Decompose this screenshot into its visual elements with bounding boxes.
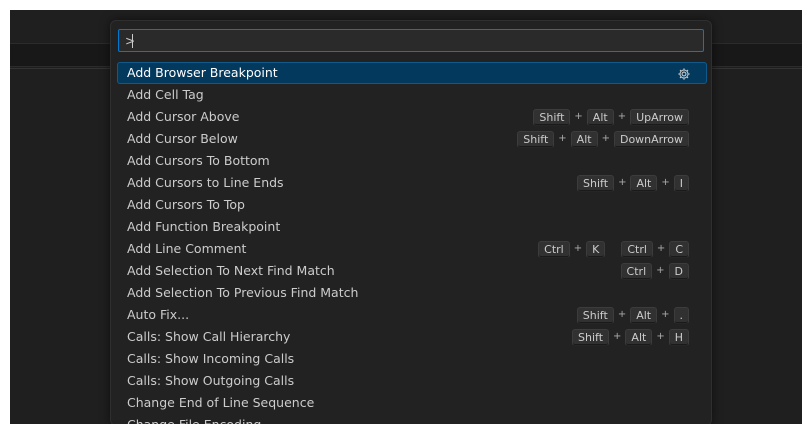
key-plus: + (601, 133, 610, 144)
command-label: Add Function Breakpoint (127, 219, 281, 234)
command-item[interactable]: Add Selection To Next Find Match Ctrl + D (117, 260, 707, 282)
keybinding: Shift + Alt + DownArrow (517, 130, 689, 148)
command-item[interactable]: Add Cursors To Top (117, 194, 707, 216)
keybinding: Shift + Alt +. (576, 306, 689, 324)
key-plus: + (656, 331, 665, 342)
keybinding: Shift + Alt + H (572, 328, 689, 346)
key-cap: C (669, 240, 689, 258)
command-list: Add Browser Breakpoint Add Cell Tag Add Cu… (117, 62, 707, 424)
key-plus: + (661, 177, 670, 188)
command-label: Change End of Line Sequence (127, 395, 315, 410)
key-cap: DownArrow (613, 130, 689, 148)
command-label: Add Cursors To Top (127, 197, 245, 212)
text-caret (132, 34, 133, 48)
key-cap: Shift (572, 328, 610, 346)
keybinding: Shift + Alt + UpArrow (533, 108, 689, 126)
key-cap: Ctrl (538, 240, 570, 258)
key-cap: Shift (517, 130, 555, 148)
editor-window: Add Browser Breakpoint Add Cell Tag Add Cu… (10, 10, 802, 424)
key-plus: + (573, 243, 583, 254)
command-item[interactable]: Calls: Show Call Hierarchy Shift + Alt + H (117, 326, 707, 348)
key-cap: Ctrl (621, 240, 653, 258)
keybinding: Ctrl + D (620, 262, 689, 280)
key-cap: Shift (533, 108, 571, 126)
gear-icon[interactable] (677, 66, 691, 80)
key-cap: K (586, 240, 606, 258)
key-cap: UpArrow (630, 108, 689, 126)
command-item[interactable]: Add Selection To Previous Find Match (117, 282, 707, 304)
command-item[interactable]: Add Cell Tag (117, 84, 707, 106)
key-cap: Shift (577, 174, 615, 192)
key-plus: + (618, 177, 627, 188)
command-item[interactable]: Change File Encoding (117, 414, 707, 424)
command-label: Add Cursors to Line Ends (127, 175, 284, 190)
key-cap: Alt (630, 174, 658, 192)
key-plus: + (656, 243, 666, 254)
command-item[interactable]: Add Cursors to Line Ends Shift + Alt + I (117, 172, 707, 194)
command-label: Add Line Comment (127, 241, 247, 256)
command-label: Calls: Show Call Hierarchy (127, 329, 291, 344)
command-label: Add Selection To Next Find Match (127, 263, 335, 278)
keybinding: Ctrl + K Ctrl + C (538, 240, 689, 258)
key-cap: Shift (576, 306, 614, 324)
keybinding: Shift + Alt + I (577, 174, 689, 192)
command-item[interactable]: Add Cursors To Bottom (117, 150, 707, 172)
key-plus: + (574, 111, 583, 122)
command-label: Add Cell Tag (127, 87, 204, 102)
key-cap: D (668, 262, 689, 280)
key-cap: H (668, 328, 689, 346)
command-item[interactable]: Calls: Show Outgoing Calls (117, 370, 707, 392)
key-plus: + (617, 111, 627, 122)
key-cap: Ctrl (620, 262, 653, 280)
command-palette: Add Browser Breakpoint Add Cell Tag Add Cu… (110, 20, 712, 424)
command-item[interactable]: Change End of Line Sequence (117, 392, 707, 414)
key-plus: + (656, 265, 665, 276)
command-item[interactable]: Add Line Comment Ctrl + K Ctrl + C (117, 238, 707, 260)
command-input[interactable] (119, 30, 703, 52)
key-cap: Alt (586, 108, 614, 126)
command-label: Auto Fix... (127, 307, 190, 322)
command-label: Change File Encoding (127, 417, 261, 424)
key-cap: . (673, 306, 689, 324)
key-cap: Alt (570, 130, 598, 148)
command-item[interactable]: Add Browser Breakpoint (117, 62, 707, 84)
command-label: Add Cursor Below (127, 131, 238, 146)
command-label: Calls: Show Outgoing Calls (127, 373, 295, 388)
key-cap: Alt (630, 306, 658, 324)
command-item[interactable]: Auto Fix... Shift + Alt +. (117, 304, 707, 326)
key-plus: + (617, 309, 627, 320)
command-label: Add Cursors To Bottom (127, 153, 270, 168)
key-cap: I (673, 174, 689, 192)
command-label: Add Browser Breakpoint (127, 65, 278, 80)
command-item[interactable]: Calls: Show Incoming Calls (117, 348, 707, 370)
command-label: Add Cursor Above (127, 109, 240, 124)
command-item[interactable]: Add Cursor Above Shift + Alt + UpArrow (117, 106, 707, 128)
key-plus: + (558, 133, 567, 144)
command-input-box[interactable] (118, 29, 704, 52)
key-plus: + (613, 331, 622, 342)
key-cap: Alt (625, 328, 653, 346)
key-plus: + (661, 309, 670, 320)
command-item[interactable]: Add Cursor Below Shift + Alt + DownArrow (117, 128, 707, 150)
command-label: Calls: Show Incoming Calls (127, 351, 295, 366)
command-label: Add Selection To Previous Find Match (127, 285, 359, 300)
command-item[interactable]: Add Function Breakpoint (117, 216, 707, 238)
